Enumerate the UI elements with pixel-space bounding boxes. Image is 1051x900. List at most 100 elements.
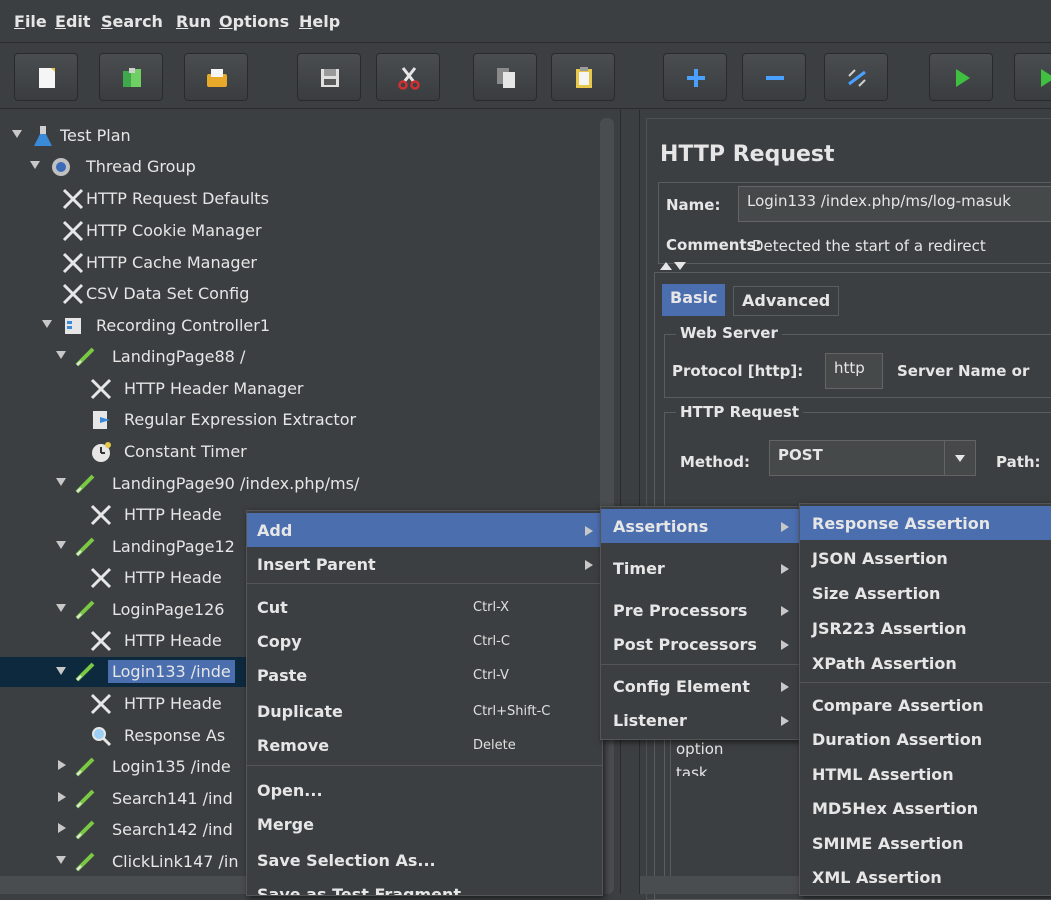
menu-item-compare-assertion[interactable]: Compare Assertion	[800, 688, 1051, 722]
menu-separator	[247, 765, 602, 766]
http-request-legend: HTTP Request	[676, 403, 803, 421]
expand-arrow-icon[interactable]	[56, 351, 66, 359]
menu-item-xml-assertion[interactable]: XML Assertion	[800, 860, 1051, 894]
tree-item-regex-extractor[interactable]: Regular Expression Extractor	[0, 406, 603, 434]
tree-item-http-request-defaults[interactable]: HTTP Request Defaults	[0, 185, 603, 213]
menu-item-open[interactable]: Open...	[247, 773, 602, 807]
menu-item-label: Compare Assertion	[812, 696, 984, 715]
menu-run[interactable]: Run	[176, 12, 211, 31]
menu-item-smime-assertion[interactable]: SMIME Assertion	[800, 826, 1051, 860]
tree-item-landingpage90[interactable]: LandingPage90 /index.php/ms/	[0, 470, 603, 498]
sampler-pipette-icon	[75, 852, 95, 872]
collapse-arrow-icon[interactable]	[58, 823, 66, 833]
menu-item-label: Assertions	[613, 517, 709, 536]
menu-item-label: HTML Assertion	[812, 765, 954, 784]
name-field[interactable]: Login133 /index.php/ms/log-masuk	[738, 186, 1051, 222]
expand-arrow-icon[interactable]	[42, 320, 52, 328]
menu-file[interactable]: File	[14, 12, 47, 31]
menu-item-xpath-assertion[interactable]: XPath Assertion	[800, 646, 1051, 680]
menu-item-label: MD5Hex Assertion	[812, 799, 979, 818]
tree-item-recording-controller[interactable]: Recording Controller1	[0, 312, 603, 340]
menu-item-add[interactable]: Add	[247, 513, 602, 547]
name-label: Name:	[666, 196, 721, 214]
cut-icon	[398, 67, 420, 90]
tab-advanced[interactable]: Advanced	[733, 286, 840, 316]
tree-item-landingpage88[interactable]: LandingPage88 /	[0, 343, 603, 371]
chevron-down-icon	[955, 455, 965, 462]
tree-item-http-header-manager[interactable]: HTTP Header Manager	[0, 375, 603, 403]
menu-item-response-assertion[interactable]: Response Assertion	[800, 506, 1051, 540]
tree-item-label: LandingPage90 /index.php/ms/	[112, 474, 360, 493]
submenu-arrow-icon	[585, 526, 593, 536]
paste-button[interactable]	[551, 53, 615, 101]
tree-item-http-cache-manager[interactable]: HTTP Cache Manager	[0, 249, 603, 277]
pane-splitter[interactable]	[620, 110, 640, 894]
menu-item-duplicate[interactable]: Duplicate Ctrl+Shift-C	[247, 694, 602, 728]
menu-options[interactable]: Options	[219, 12, 289, 31]
expand-all-button[interactable]	[663, 53, 727, 101]
expand-arrow-icon[interactable]	[56, 478, 66, 486]
tab-basic[interactable]: Basic	[662, 284, 726, 316]
menu-item-post-processors[interactable]: Post Processors	[601, 627, 799, 661]
protocol-field[interactable]: http	[825, 353, 883, 389]
collapse-arrow-icon[interactable]	[58, 792, 66, 802]
menu-separator	[800, 682, 1051, 683]
collapse-arrow-icon[interactable]	[58, 760, 66, 770]
menu-item-remove[interactable]: Remove Delete	[247, 728, 602, 762]
expand-arrow-icon[interactable]	[56, 667, 66, 675]
menu-item-save-fragment[interactable]: Save as Test Fragment	[247, 877, 602, 895]
menu-item-timer[interactable]: Timer	[601, 551, 799, 585]
templates-button[interactable]	[99, 53, 163, 101]
expand-arrow-icon[interactable]	[12, 130, 22, 138]
param-name-cell[interactable]: task	[676, 764, 708, 776]
menu-item-html-assertion[interactable]: HTML Assertion	[800, 757, 1051, 791]
expand-arrow-icon[interactable]	[56, 856, 66, 864]
menu-item-json-assertion[interactable]: JSON Assertion	[800, 541, 1051, 575]
menu-item-save-selection[interactable]: Save Selection As...	[247, 843, 602, 877]
menu-item-cut[interactable]: Cut Ctrl-X	[247, 590, 602, 624]
extractor-icon	[93, 411, 110, 429]
new-button[interactable]	[14, 53, 78, 101]
tree-item-http-cookie-manager[interactable]: HTTP Cookie Manager	[0, 217, 603, 245]
menu-item-jsr223-assertion[interactable]: JSR223 Assertion	[800, 611, 1051, 645]
method-dropdown-button[interactable]	[944, 440, 976, 476]
expand-arrow-icon[interactable]	[56, 604, 66, 612]
collapse-all-button[interactable]	[742, 53, 806, 101]
menu-item-merge[interactable]: Merge	[247, 807, 602, 841]
toggle-button[interactable]	[824, 53, 888, 101]
submenu-arrow-icon	[781, 606, 789, 616]
menu-item-copy[interactable]: Copy Ctrl-C	[247, 624, 602, 658]
menu-item-size-assertion[interactable]: Size Assertion	[800, 576, 1051, 610]
menu-item-pre-processors[interactable]: Pre Processors	[601, 593, 799, 627]
tree-item-test-plan[interactable]: Test Plan	[0, 122, 603, 150]
submenu-arrow-icon	[781, 564, 789, 574]
menu-help[interactable]: Help	[299, 12, 340, 31]
copy-button[interactable]	[473, 53, 537, 101]
menu-edit[interactable]: Edit	[55, 12, 91, 31]
menu-item-config-element[interactable]: Config Element	[601, 669, 799, 703]
menu-item-assertions[interactable]: Assertions	[601, 509, 799, 543]
menu-item-md5hex-assertion[interactable]: MD5Hex Assertion	[800, 791, 1051, 825]
tree-item-constant-timer[interactable]: Constant Timer	[0, 438, 603, 466]
wrench-icon	[90, 378, 112, 400]
cut-button[interactable]	[376, 53, 440, 101]
start-button[interactable]	[929, 53, 993, 101]
menu-item-paste[interactable]: Paste Ctrl-V	[247, 658, 602, 692]
comments-field[interactable]: Detected the start of a redirect	[752, 237, 1051, 255]
menu-search[interactable]: Search	[101, 12, 163, 31]
sampler-pipette-icon	[75, 662, 95, 682]
menu-item-insert-parent[interactable]: Insert Parent	[247, 547, 602, 581]
expand-arrow-icon[interactable]	[56, 541, 66, 549]
menu-item-duration-assertion[interactable]: Duration Assertion	[800, 722, 1051, 756]
tree-item-thread-group[interactable]: Thread Group	[0, 153, 603, 181]
param-name-cell[interactable]: option	[676, 740, 723, 758]
open-button[interactable]	[184, 53, 248, 101]
expand-arrow-icon[interactable]	[30, 161, 40, 169]
start-no-pause-button[interactable]	[1014, 53, 1051, 101]
splitter-arrows-icon[interactable]	[660, 261, 690, 271]
menu-item-listener[interactable]: Listener	[601, 703, 799, 737]
shortcut-label: Ctrl-X	[473, 600, 510, 615]
save-button[interactable]	[297, 53, 361, 101]
tree-item-csv-data-set-config[interactable]: CSV Data Set Config	[0, 280, 603, 308]
shortcut-label: Ctrl-V	[473, 668, 509, 683]
